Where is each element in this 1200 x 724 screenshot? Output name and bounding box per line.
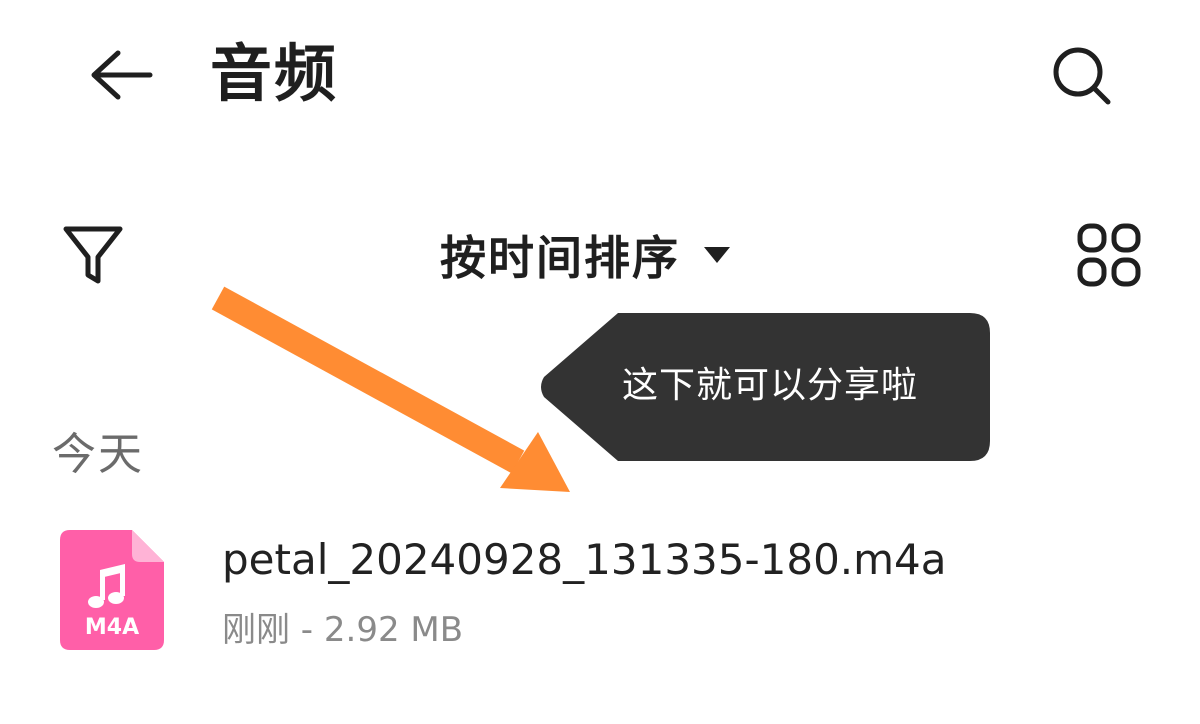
tooltip-text: 这下就可以分享啦 <box>622 365 919 406</box>
file-time: 刚刚 <box>222 610 290 650</box>
arrow-left-icon <box>91 50 153 100</box>
back-button[interactable] <box>70 30 170 120</box>
filter-button[interactable] <box>48 210 138 300</box>
file-size: 2.92 MB <box>323 610 464 650</box>
file-name: petal_20240928_131335-180.m4a <box>222 535 947 584</box>
search-icon <box>1053 47 1111 105</box>
file-meta: 刚刚 - 2.92 MB <box>222 604 463 656</box>
grid-view-button[interactable] <box>1064 210 1154 300</box>
annotation-arrow <box>211 286 570 492</box>
audio-file-icon: M4A <box>60 530 164 650</box>
section-header-today: 今天 <box>52 429 144 480</box>
filter-icon <box>63 226 123 284</box>
sort-label: 按时间排序 <box>440 231 680 285</box>
file-type-label: M4A <box>85 615 139 640</box>
search-button[interactable] <box>1038 32 1128 122</box>
caret-down-icon <box>704 247 730 263</box>
page-title: 音频 <box>210 37 339 110</box>
meta-separator: - <box>290 610 324 650</box>
grid-view-icon <box>1077 223 1141 287</box>
